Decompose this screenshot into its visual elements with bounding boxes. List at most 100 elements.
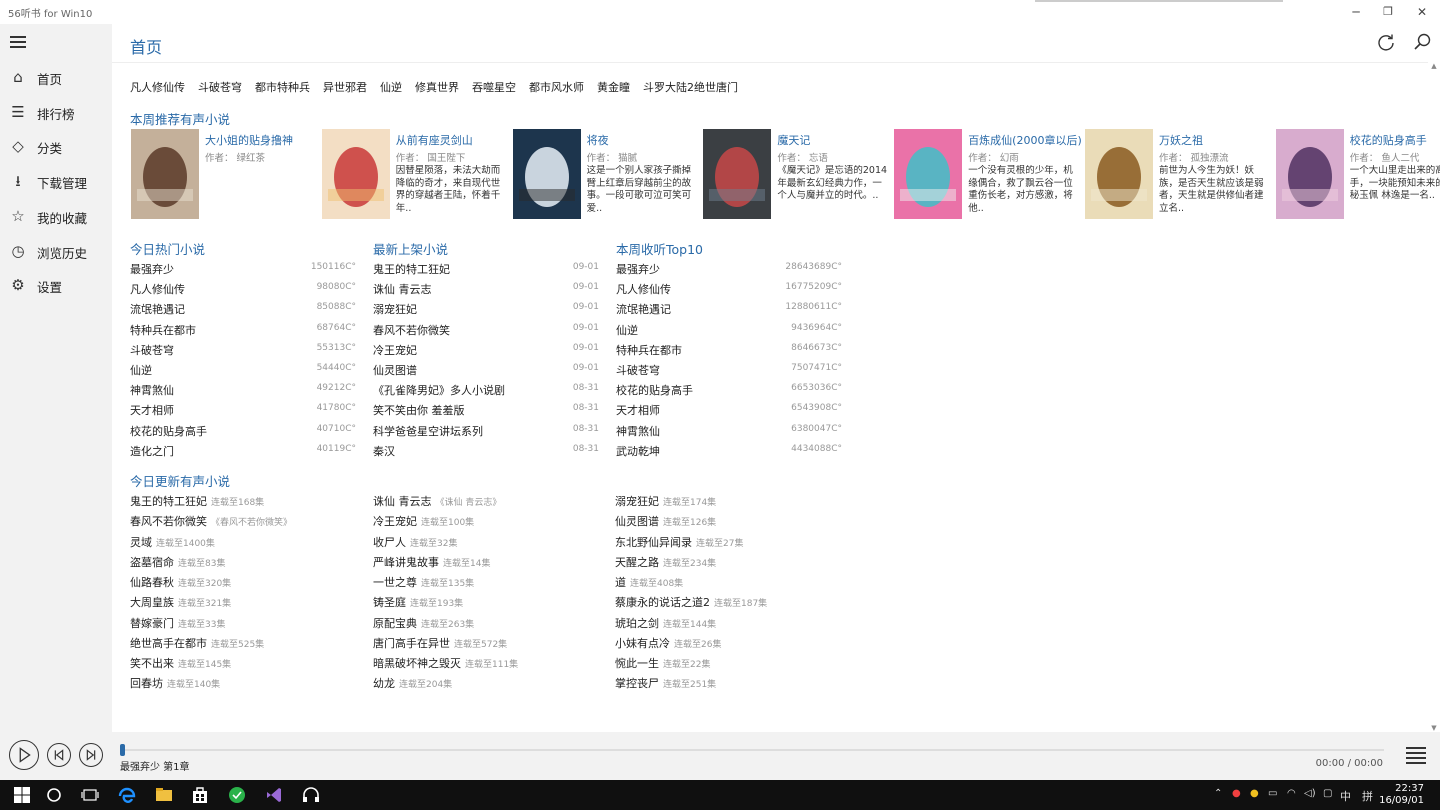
list-item[interactable]: 最强弃少 150116C° bbox=[130, 259, 356, 279]
green-app-icon[interactable] bbox=[227, 785, 247, 805]
tag-link[interactable]: 仙逆 bbox=[380, 79, 402, 95]
book-cover-image[interactable] bbox=[894, 129, 963, 219]
windows-start-icon[interactable] bbox=[12, 785, 32, 805]
update-item[interactable]: 仙路春秋 连载至320集 bbox=[130, 571, 370, 591]
next-button[interactable] bbox=[79, 743, 103, 767]
recommended-book-card[interactable]: 校花的贴身高手作者： 鱼人二代一个大山里走出来的高手，一块能预知未来的神秘玉佩 … bbox=[1275, 129, 1440, 221]
book-cover-image[interactable] bbox=[1085, 129, 1153, 219]
update-item[interactable]: 仙灵图谱 连载至126集 bbox=[615, 510, 855, 530]
ime-mode[interactable]: 拼 bbox=[1362, 788, 1373, 804]
update-item[interactable]: 小妹有点冷 连载至26集 bbox=[615, 632, 855, 652]
sidebar-item-4[interactable]: ☆ 我的收藏 bbox=[0, 202, 112, 232]
list-item[interactable]: 冷王宠妃 09-01 bbox=[373, 340, 599, 360]
update-item[interactable]: 原配宝典 连载至263集 bbox=[373, 612, 613, 632]
update-item[interactable]: 盗墓宿命 连载至83集 bbox=[130, 551, 370, 571]
list-item[interactable]: 秦汉 08-31 bbox=[373, 441, 599, 461]
sidebar-item-2[interactable]: ◇ 分类 bbox=[0, 132, 112, 162]
recommended-book-card[interactable]: 从前有座灵剑山 作者： 国王陛下 因替星陨落，未法大劫而降临的奇才，来自现代世界的穿… bbox=[321, 129, 512, 221]
store-icon[interactable] bbox=[190, 785, 210, 805]
list-item[interactable]: 仙逆 54440C° bbox=[130, 360, 356, 380]
book-title[interactable]: 校花的贴身高手 bbox=[1350, 132, 1427, 148]
book-cover-image[interactable] bbox=[321, 129, 390, 219]
book-title[interactable]: 将夜 bbox=[587, 132, 609, 148]
tag-link[interactable]: 黄金瞳 bbox=[597, 79, 630, 95]
task-view-icon[interactable] bbox=[80, 785, 100, 805]
edge-browser-icon[interactable] bbox=[117, 785, 137, 805]
tray-app-icon-2[interactable]: ● bbox=[1250, 788, 1259, 799]
update-item[interactable]: 冷王宠妃 连载至100集 bbox=[373, 510, 613, 530]
list-item[interactable]: 笑不笑由你 羞羞版 08-31 bbox=[373, 400, 599, 420]
list-item[interactable]: 天才相师 41780C° bbox=[130, 400, 356, 420]
play-button[interactable] bbox=[9, 740, 39, 770]
book-title[interactable]: 万妖之祖 bbox=[1159, 132, 1203, 148]
list-item[interactable]: 特种兵在都市 68764C° bbox=[130, 320, 356, 340]
list-item[interactable]: 最强弃少 28643689C° bbox=[616, 259, 842, 279]
update-item[interactable]: 铸圣庭 连载至193集 bbox=[373, 591, 613, 611]
tag-link[interactable]: 修真世界 bbox=[415, 79, 459, 95]
tag-link[interactable]: 吞噬星空 bbox=[472, 79, 516, 95]
sidebar-item-6[interactable]: ⚙ 设置 bbox=[0, 271, 112, 301]
sidebar-item-3[interactable]: ⭳ 下载管理 bbox=[0, 167, 112, 197]
wifi-icon[interactable]: ◠ bbox=[1287, 788, 1296, 799]
update-item[interactable]: 笑不出来 连载至145集 bbox=[130, 652, 370, 672]
previous-button[interactable] bbox=[47, 743, 71, 767]
book-title[interactable]: 魔天记 bbox=[777, 132, 810, 148]
update-item[interactable]: 蔡康永的说话之道2 连载至187集 bbox=[615, 591, 855, 611]
list-item[interactable]: 校花的贴身高手 40710C° bbox=[130, 421, 356, 441]
update-item[interactable]: 掌控丧尸 连载至251集 bbox=[615, 672, 855, 692]
list-item[interactable]: 武动乾坤 4434088C° bbox=[616, 441, 842, 461]
maximize-button[interactable]: ❐ bbox=[1373, 2, 1403, 22]
list-item[interactable]: 校花的贴身高手 6653036C° bbox=[616, 380, 842, 400]
tag-link[interactable]: 斗罗大陆2绝世唐门 bbox=[643, 79, 738, 95]
search-icon[interactable] bbox=[1412, 32, 1432, 52]
update-item[interactable]: 严峰讲鬼故事 连载至14集 bbox=[373, 551, 613, 571]
list-item[interactable]: 斗破苍穹 55313C° bbox=[130, 340, 356, 360]
visual-studio-icon[interactable] bbox=[264, 785, 284, 805]
recommended-book-card[interactable]: 百炼成仙(2000章以后) 作者： 幻雨 一个没有灵根的少年，机缘偶合，救了飘云谷一… bbox=[894, 129, 1084, 221]
update-item[interactable]: 幼龙 连载至204集 bbox=[373, 672, 613, 692]
taskbar-clock[interactable]: 22:37 16/09/01 bbox=[1379, 783, 1424, 807]
list-item[interactable]: 科学爸爸星空讲坛系列 08-31 bbox=[373, 421, 599, 441]
list-item[interactable]: 造化之门 40119C° bbox=[130, 441, 356, 461]
list-item[interactable]: 天才相师 6543908C° bbox=[616, 400, 842, 420]
list-item[interactable]: 神霄煞仙 49212C° bbox=[130, 380, 356, 400]
headphones-app-icon[interactable] bbox=[301, 785, 321, 805]
list-item[interactable]: 诛仙 青云志 09-01 bbox=[373, 279, 599, 299]
file-explorer-icon[interactable] bbox=[154, 785, 174, 805]
book-cover-image[interactable] bbox=[512, 129, 581, 219]
hamburger-menu-icon[interactable] bbox=[10, 36, 26, 48]
update-item[interactable]: 春风不若你微笑 《春风不若你微笑》 bbox=[130, 510, 370, 530]
update-item[interactable]: 大周皇族 连载至321集 bbox=[130, 591, 370, 611]
close-button[interactable]: ✕ bbox=[1407, 2, 1437, 22]
list-item[interactable]: 溺宠狂妃 09-01 bbox=[373, 299, 599, 319]
progress-track[interactable] bbox=[122, 749, 1384, 751]
update-item[interactable]: 琥珀之剑 连载至144集 bbox=[615, 612, 855, 632]
sidebar-item-5[interactable]: ◷ 浏览历史 bbox=[0, 237, 112, 267]
list-item[interactable]: 鬼王的特工狂妃 09-01 bbox=[373, 259, 599, 279]
recommended-book-card[interactable]: 大小姐的贴身撸神 作者： 绿红茶 bbox=[131, 129, 321, 221]
cortana-search-icon[interactable] bbox=[44, 785, 64, 805]
list-item[interactable]: 流氓艳遇记 12880611C° bbox=[616, 299, 842, 319]
update-item[interactable]: 灵域 连载至1400集 bbox=[130, 531, 370, 551]
list-item[interactable]: 凡人修仙传 98080C° bbox=[130, 279, 356, 299]
recommended-book-card[interactable]: 魔天记 作者： 忘语 《魔天记》是忘语的2014年最新玄幻经典力作，一个人与魔并立的… bbox=[703, 129, 893, 221]
refresh-icon[interactable] bbox=[1376, 32, 1396, 52]
update-item[interactable]: 惋此一生 连载至22集 bbox=[615, 652, 855, 672]
list-item[interactable]: 凡人修仙传 16775209C° bbox=[616, 279, 842, 299]
tray-app-icon-3[interactable]: ▭ bbox=[1268, 788, 1277, 799]
scroll-up-arrow-icon[interactable]: ▲ bbox=[1430, 62, 1438, 70]
list-item[interactable]: 流氓艳遇记 85088C° bbox=[130, 299, 356, 319]
list-item[interactable]: 仙灵图谱 09-01 bbox=[373, 360, 599, 380]
volume-icon[interactable]: ◁) bbox=[1304, 788, 1316, 799]
progress-thumb[interactable] bbox=[120, 744, 125, 756]
tag-link[interactable]: 都市特种兵 bbox=[255, 79, 310, 95]
list-item[interactable]: 斗破苍穹 7507471C° bbox=[616, 360, 842, 380]
update-item[interactable]: 东北野仙异闻录 连载至27集 bbox=[615, 531, 855, 551]
update-item[interactable]: 替嫁豪门 连载至33集 bbox=[130, 612, 370, 632]
book-cover-image[interactable] bbox=[1275, 129, 1344, 219]
minimize-button[interactable]: ─ bbox=[1341, 2, 1371, 22]
update-item[interactable]: 诛仙 青云志 《诛仙 青云志》 bbox=[373, 490, 613, 510]
notifications-icon[interactable]: ▢ bbox=[1323, 788, 1332, 799]
tag-link[interactable]: 都市风水师 bbox=[529, 79, 584, 95]
book-title[interactable]: 大小姐的贴身撸神 bbox=[205, 132, 293, 148]
